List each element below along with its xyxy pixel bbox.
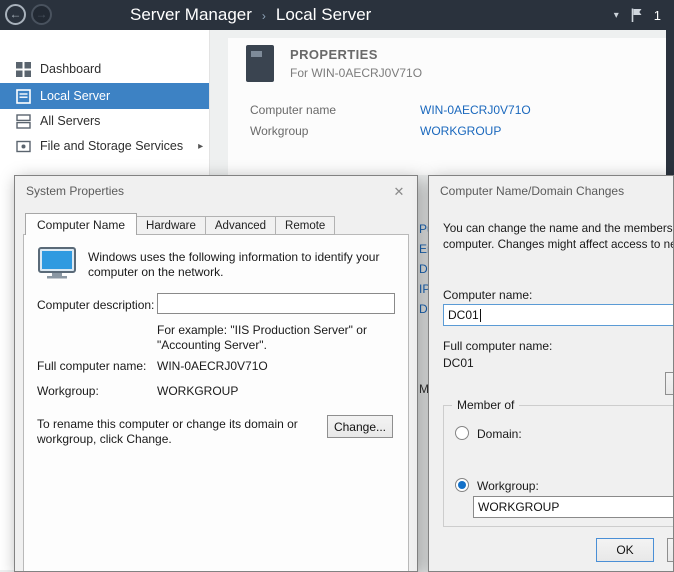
clipped-text-fragment: Di: [419, 302, 428, 316]
forward-arrow-icon: →: [36, 7, 48, 21]
computer-name-value: DC01: [448, 308, 479, 322]
clipped-text-fragment: Pu: [419, 222, 428, 236]
notification-count: 1: [654, 8, 661, 23]
computer-monitor-icon: [38, 247, 76, 282]
app-title: Server Manager: [130, 5, 252, 25]
text-caret: [480, 309, 481, 322]
intro-text: Windows uses the following information t…: [88, 250, 410, 280]
breadcrumb-separator-icon: ›: [262, 7, 266, 23]
workgroup-radio[interactable]: [455, 478, 469, 492]
sidebar-item-label: Local Server: [40, 89, 110, 103]
window-edge: [666, 30, 674, 175]
back-arrow-icon: ←: [10, 7, 22, 21]
expand-chevron-icon: ▸: [198, 141, 203, 152]
server-icon: [16, 89, 31, 104]
change-button[interactable]: Change...: [327, 415, 393, 438]
clipped-text-fragment: En: [419, 242, 428, 256]
computer-description-input[interactable]: [157, 293, 395, 314]
sidebar-item-label: Dashboard: [40, 62, 101, 76]
dialog-title: System Properties: [26, 176, 124, 206]
properties-subheading: For WIN-0AECRJ0V71O: [290, 66, 422, 80]
chevron-down-icon[interactable]: ▾: [614, 10, 619, 21]
domain-radio-label[interactable]: Domain:: [477, 427, 522, 441]
rename-hint-text: To rename this computer or change its do…: [37, 417, 329, 447]
workgroup-row-value[interactable]: WORKGROUP: [420, 124, 501, 138]
clipped-text-fragment: M: [419, 382, 428, 396]
sidebar-item-local-server[interactable]: Local Server: [0, 83, 209, 109]
clipped-text-fragment: Di: [419, 262, 428, 276]
forward-button[interactable]: →: [31, 4, 52, 25]
ok-button[interactable]: OK: [596, 538, 654, 562]
workgroup-value: WORKGROUP: [157, 384, 238, 398]
workgroup-row-label: Workgroup: [250, 124, 308, 138]
sidebar-item-label: File and Storage Services: [40, 139, 183, 153]
workgroup-input[interactable]: [473, 496, 674, 518]
properties-heading: PROPERTIES: [290, 47, 378, 62]
dashboard-icon: [16, 62, 31, 77]
clipped-content-column: Pu En Di IP Di M: [419, 0, 428, 570]
workgroup-label: Workgroup:: [37, 384, 99, 398]
cancel-button-clipped[interactable]: [667, 538, 674, 562]
sidebar-item-all-servers[interactable]: All Servers: [0, 108, 209, 134]
computer-name-label: Computer name:: [443, 288, 532, 302]
sidebar-item-file-storage-services[interactable]: File and Storage Services ▸: [0, 133, 209, 159]
computer-name-tab-page: Windows uses the following information t…: [23, 234, 409, 572]
member-of-group: Member of Domain: Workgroup:: [443, 405, 674, 527]
computer-description-label: Computer description:: [37, 298, 154, 312]
computer-name-row-value[interactable]: WIN-0AECRJ0V71O: [420, 103, 531, 117]
properties-tile-icon: [246, 45, 274, 82]
properties-panel: PROPERTIES For WIN-0AECRJ0V71O Computer …: [228, 38, 666, 175]
breadcrumb: Server Manager › Local Server: [130, 0, 371, 30]
servers-stack-icon: [16, 114, 31, 129]
close-icon[interactable]: ✕: [388, 182, 410, 201]
topbar: ← → Server Manager › Local Server ▾ 1: [0, 0, 674, 30]
workgroup-radio-label[interactable]: Workgroup:: [477, 479, 539, 493]
more-button-clipped[interactable]: [665, 372, 674, 395]
topbar-actions: ▾ 1: [614, 0, 661, 30]
storage-icon: [16, 139, 31, 154]
member-of-label: Member of: [452, 398, 519, 412]
computer-name-input[interactable]: DC01: [443, 304, 674, 326]
tab-hardware[interactable]: Hardware: [136, 216, 206, 235]
sidebar-item-label: All Servers: [40, 114, 100, 128]
computer-name-domain-changes-dialog: Computer Name/Domain Changes You can cha…: [428, 175, 674, 572]
full-computer-name-value: WIN-0AECRJ0V71O: [157, 359, 268, 373]
computer-name-row-label: Computer name: [250, 103, 336, 117]
dialog-title: Computer Name/Domain Changes: [440, 176, 624, 206]
full-computer-name-value: DC01: [443, 356, 474, 370]
notifications-flag-icon[interactable]: [630, 7, 643, 23]
intro-line-2: computer. Changes might affect access to…: [443, 238, 674, 251]
intro-line-1: You can change the name and the membersh…: [443, 222, 674, 235]
breadcrumb-section[interactable]: Local Server: [276, 5, 371, 25]
clipped-text-fragment: IP: [419, 282, 428, 296]
back-button[interactable]: ←: [5, 4, 26, 25]
full-computer-name-label: Full computer name:: [37, 359, 146, 373]
tab-remote[interactable]: Remote: [275, 216, 335, 235]
full-computer-name-label: Full computer name:: [443, 339, 552, 353]
sidebar-item-dashboard[interactable]: Dashboard: [0, 56, 209, 82]
tab-strip: Computer Name Hardware Advanced Remote: [25, 213, 334, 235]
domain-radio[interactable]: [455, 426, 469, 440]
tab-advanced[interactable]: Advanced: [205, 216, 276, 235]
example-text: For example: "IIS Production Server" or …: [157, 323, 395, 353]
system-properties-dialog: System Properties ✕ Computer Name Hardwa…: [14, 175, 418, 572]
tab-computer-name[interactable]: Computer Name: [25, 213, 137, 235]
